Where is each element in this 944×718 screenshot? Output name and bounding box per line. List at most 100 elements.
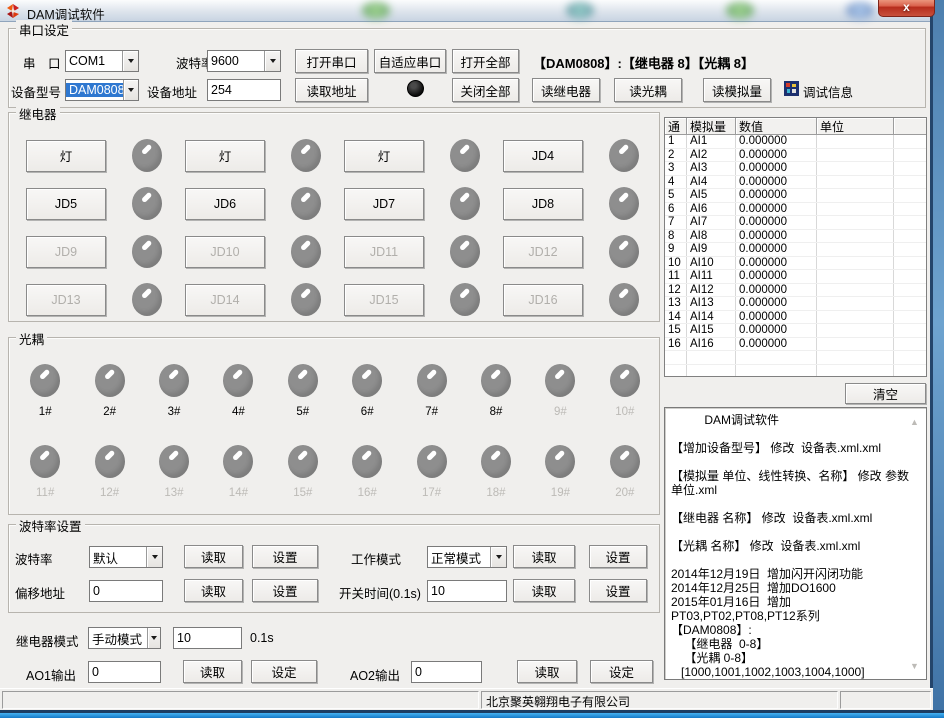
relay-button[interactable]: JD13: [26, 284, 106, 316]
col-header-unit[interactable]: 单位: [817, 118, 894, 135]
clear-button[interactable]: 清空: [845, 383, 926, 404]
table-row[interactable]: 4 AI4 0.000000: [665, 176, 926, 190]
auto-serial-button[interactable]: 自适应串口: [374, 49, 446, 73]
read-analog-button[interactable]: 读模拟量: [703, 78, 771, 102]
relay-button[interactable]: JD14: [185, 284, 265, 316]
relay-button[interactable]: JD16: [503, 284, 583, 316]
dropdown-arrow-icon[interactable]: [264, 51, 280, 71]
dropdown-arrow-icon[interactable]: [123, 80, 138, 100]
titlebar[interactable]: DAM调试软件: [0, 0, 930, 22]
close-all-button[interactable]: 关闭全部: [452, 78, 519, 102]
relay-button[interactable]: JD9: [26, 236, 106, 268]
ao2-set-button[interactable]: 设定: [590, 660, 653, 683]
ao1-set-button[interactable]: 设定: [251, 660, 317, 683]
dropdown-arrow-icon[interactable]: [490, 547, 506, 567]
ao1-read-button[interactable]: 读取: [183, 660, 242, 683]
device-address-field[interactable]: [207, 79, 281, 101]
open-serial-button[interactable]: 打开串口: [295, 49, 368, 73]
relay-button[interactable]: JD11: [344, 236, 424, 268]
relay-led-indicator[interactable]: [609, 235, 639, 268]
read-opto-button[interactable]: 读光耦: [614, 78, 682, 102]
read-address-button[interactable]: 读取地址: [295, 78, 368, 102]
scroll-up-icon[interactable]: ▲: [910, 418, 919, 427]
relay-led-indicator[interactable]: [609, 187, 639, 220]
relay-button[interactable]: JD5: [26, 188, 106, 220]
relay-led-indicator[interactable]: [609, 283, 639, 316]
table-row[interactable]: 11 AI11 0.000000: [665, 270, 926, 284]
dropdown-arrow-icon[interactable]: [146, 547, 162, 567]
col-header-channel[interactable]: 通: [665, 118, 687, 135]
relay-led-indicator[interactable]: [132, 187, 162, 220]
switch-time-label: 开关时间(0.1s): [339, 583, 421, 602]
open-all-button[interactable]: 打开全部: [452, 49, 519, 73]
close-button[interactable]: x: [878, 0, 935, 17]
col-header-analog[interactable]: 模拟量: [687, 118, 736, 135]
table-row[interactable]: 13 AI13 0.000000: [665, 297, 926, 311]
scroll-down-icon[interactable]: ▼: [910, 662, 919, 671]
device-model-select[interactable]: DAM0808: [65, 79, 139, 101]
col-header-value[interactable]: 数值: [736, 118, 817, 135]
relay-button[interactable]: JD4: [503, 140, 583, 172]
relay-led-indicator[interactable]: [450, 139, 480, 172]
offset-set-button[interactable]: 设置: [252, 579, 318, 602]
table-row[interactable]: 9 AI9 0.000000: [665, 243, 926, 257]
table-row[interactable]: 16 AI16 0.000000: [665, 338, 926, 352]
offset-read-button[interactable]: 读取: [184, 579, 243, 602]
read-relay-button[interactable]: 读继电器: [532, 78, 600, 102]
baud-read-button[interactable]: 读取: [184, 545, 243, 568]
table-row[interactable]: 14 AI14 0.000000: [665, 311, 926, 325]
relay-led-indicator[interactable]: [132, 235, 162, 268]
table-row[interactable]: 15 AI15 0.000000: [665, 324, 926, 338]
opto-led-indicator: [610, 445, 640, 478]
table-row[interactable]: 2 AI2 0.000000: [665, 149, 926, 163]
dropdown-arrow-icon[interactable]: [122, 51, 138, 71]
debug-info-icon[interactable]: [784, 81, 799, 96]
relay-led-indicator[interactable]: [132, 283, 162, 316]
table-row[interactable]: 8 AI8 0.000000: [665, 230, 926, 244]
baud-rate-select[interactable]: 9600: [207, 50, 281, 72]
relay-button[interactable]: JD7: [344, 188, 424, 220]
relay-button[interactable]: JD8: [503, 188, 583, 220]
baud-set-button[interactable]: 设置: [252, 545, 318, 568]
relay-led-indicator[interactable]: [291, 283, 321, 316]
com-port-select[interactable]: COM1: [65, 50, 139, 72]
offset-address-field[interactable]: [89, 580, 163, 602]
table-row[interactable]: 7 AI7 0.000000: [665, 216, 926, 230]
ao1-output-field[interactable]: [88, 661, 161, 683]
relay-led-indicator[interactable]: [291, 187, 321, 220]
relay-mode-select[interactable]: 手动模式: [88, 627, 161, 649]
relay-button[interactable]: JD12: [503, 236, 583, 268]
relay-led-indicator[interactable]: [132, 139, 162, 172]
switch-time-set-button[interactable]: 设置: [589, 579, 647, 602]
relay-button[interactable]: JD15: [344, 284, 424, 316]
relay-button[interactable]: JD6: [185, 188, 265, 220]
col-header-extra[interactable]: [894, 118, 926, 135]
baud-select[interactable]: 默认: [89, 546, 163, 568]
table-row[interactable]: 3 AI3 0.000000: [665, 162, 926, 176]
relay-led-indicator[interactable]: [291, 139, 321, 172]
switch-time-field[interactable]: [427, 580, 507, 602]
switch-time-read-button[interactable]: 读取: [513, 579, 575, 602]
relay-button[interactable]: 灯: [344, 140, 424, 172]
relay-led-indicator[interactable]: [450, 235, 480, 268]
relay-led-indicator[interactable]: [291, 235, 321, 268]
work-mode-select[interactable]: 正常模式: [427, 546, 507, 568]
relay-led-indicator[interactable]: [450, 187, 480, 220]
relay-button[interactable]: 灯: [26, 140, 106, 172]
info-textbox[interactable]: DAM调试软件 【增加设备型号】 修改 设备表.xml.xml 【模拟量 单位、…: [664, 407, 927, 680]
relay-time-field[interactable]: [173, 627, 242, 649]
table-row[interactable]: 12 AI12 0.000000: [665, 284, 926, 298]
relay-button[interactable]: 灯: [185, 140, 265, 172]
relay-led-indicator[interactable]: [609, 139, 639, 172]
relay-led-indicator[interactable]: [450, 283, 480, 316]
ao2-read-button[interactable]: 读取: [517, 660, 577, 683]
table-row[interactable]: 10 AI10 0.000000: [665, 257, 926, 271]
relay-button[interactable]: JD10: [185, 236, 265, 268]
work-mode-read-button[interactable]: 读取: [513, 545, 575, 568]
ao2-output-field[interactable]: [411, 661, 482, 683]
table-row[interactable]: 1 AI1 0.000000: [665, 135, 926, 149]
table-row[interactable]: 6 AI6 0.000000: [665, 203, 926, 217]
dropdown-arrow-icon[interactable]: [147, 628, 160, 648]
work-mode-set-button[interactable]: 设置: [589, 545, 647, 568]
table-row[interactable]: 5 AI5 0.000000: [665, 189, 926, 203]
